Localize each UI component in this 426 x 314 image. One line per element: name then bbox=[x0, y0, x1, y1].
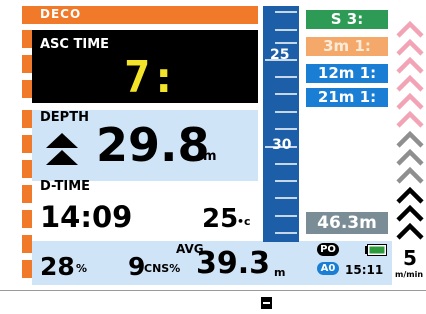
cns-value: 9 bbox=[128, 252, 146, 281]
o2-value: 28 bbox=[40, 252, 75, 281]
side-tab bbox=[22, 185, 32, 203]
scale-tick-label: 25 bbox=[270, 47, 290, 63]
ascent-rate-chevrons-icon bbox=[396, 20, 424, 240]
battery-icon bbox=[365, 244, 387, 256]
cns-unit: CNS% bbox=[144, 262, 181, 275]
o2-unit: % bbox=[76, 262, 88, 275]
depth-unit: m bbox=[203, 149, 217, 164]
deco-label: DECO bbox=[40, 7, 82, 21]
dive-time-value: 14:09 bbox=[40, 200, 133, 234]
side-tab bbox=[22, 30, 32, 48]
ascent-time-value: 7: bbox=[124, 52, 177, 103]
side-tab bbox=[22, 160, 32, 178]
side-tab bbox=[22, 80, 32, 98]
depth-scale bbox=[263, 6, 299, 242]
side-tab bbox=[22, 55, 32, 73]
deco-stop: 12m 1: bbox=[306, 64, 388, 83]
deco-stop: 21m 1: bbox=[306, 88, 388, 107]
depth-value: 29.8 bbox=[96, 118, 210, 172]
temperature-unit: •c bbox=[237, 215, 251, 228]
ascent-rate-value: 5 bbox=[403, 246, 417, 270]
side-tab bbox=[22, 110, 32, 128]
side-tab bbox=[22, 210, 32, 228]
minus-icon bbox=[261, 297, 272, 309]
avg-depth-value: 39.3 bbox=[196, 246, 271, 281]
avg-depth-unit: m bbox=[274, 266, 286, 279]
divider bbox=[0, 290, 426, 291]
deco-stop: 3m 1: bbox=[306, 37, 388, 56]
temperature-value: 25 bbox=[202, 204, 239, 234]
max-depth-value: 46.3m bbox=[306, 212, 388, 234]
ascent-rate-unit: m/min bbox=[395, 270, 424, 279]
double-up-triangle-icon bbox=[46, 133, 78, 165]
po-badge: PO bbox=[317, 243, 339, 256]
dive-computer-screen: DECO ASC TIME 7: DEPTH 29.8 m D-TIME 14:… bbox=[0, 0, 426, 314]
depth-label: DEPTH bbox=[40, 110, 89, 125]
side-tab bbox=[22, 135, 32, 153]
clock-value: 15:11 bbox=[345, 263, 384, 277]
dive-time-label: D-TIME bbox=[40, 179, 91, 194]
side-tab bbox=[22, 260, 32, 278]
ascent-time-label: ASC TIME bbox=[40, 37, 110, 52]
side-tab bbox=[22, 6, 32, 24]
ao-badge: A0 bbox=[317, 262, 339, 275]
scale-tick-label: 30 bbox=[272, 137, 292, 153]
side-tab bbox=[22, 235, 32, 253]
stop-summary: S 3: bbox=[306, 10, 388, 29]
